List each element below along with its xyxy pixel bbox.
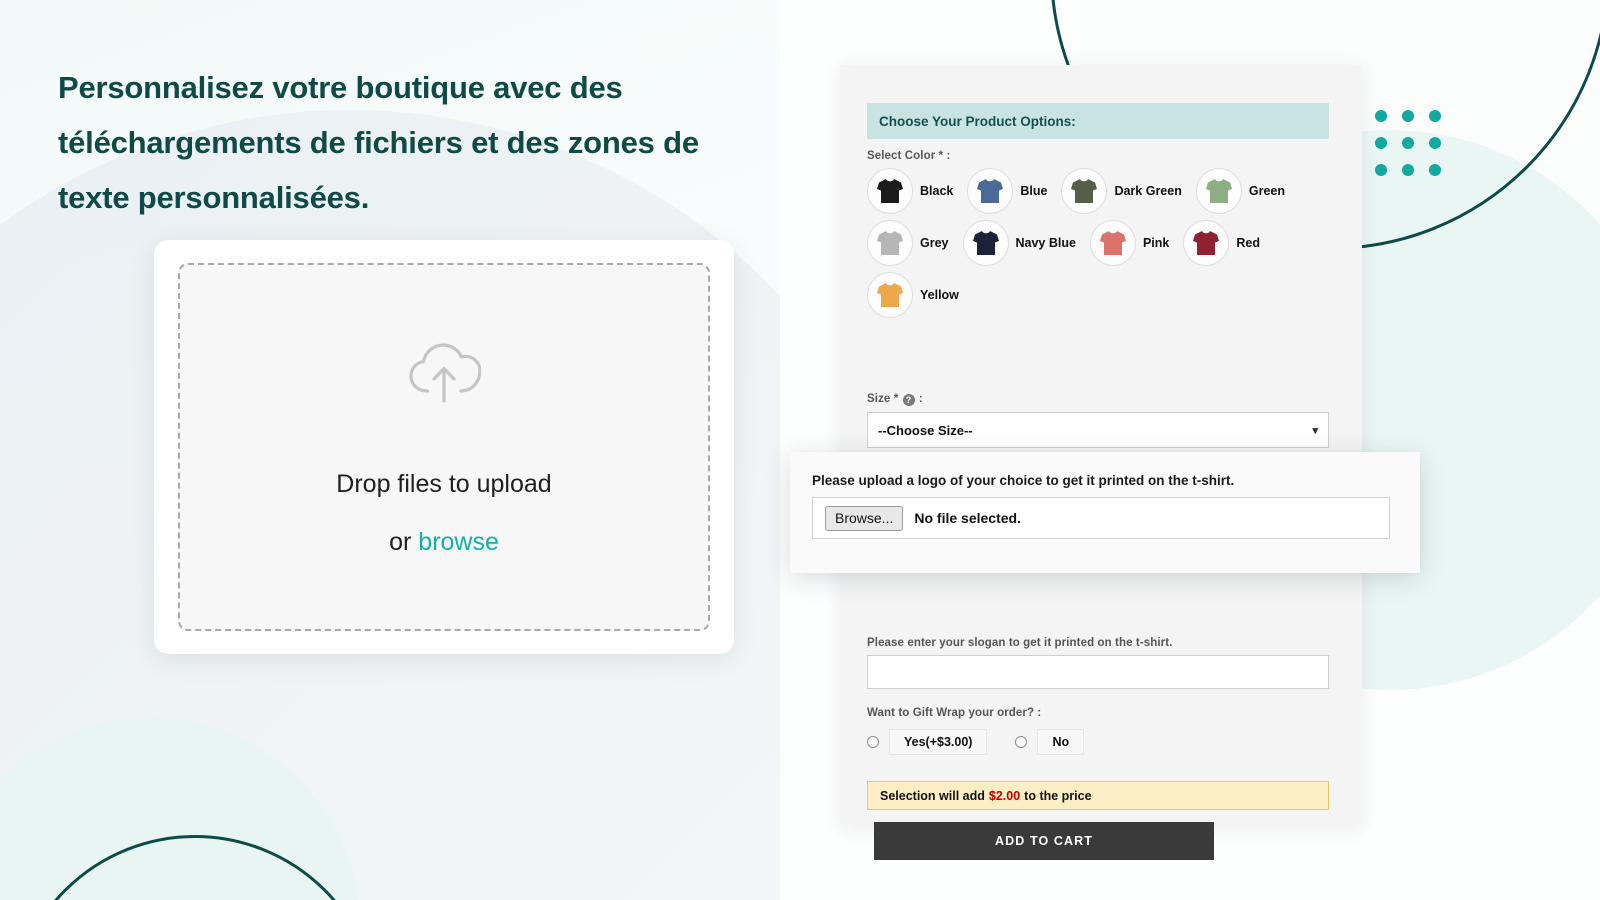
- file-dropzone[interactable]: Drop files to upload or browse: [178, 263, 710, 631]
- price-alert-prefix: Selection will add: [880, 788, 985, 803]
- decor-dot: [1429, 164, 1441, 176]
- color-option-label: Pink: [1142, 236, 1170, 250]
- size-label-suffix: :: [915, 393, 923, 405]
- color-option-label: Green: [1248, 184, 1285, 198]
- price-alert-amount: $2.00: [988, 788, 1021, 803]
- logo-upload-overlay: Please upload a logo of your choice to g…: [790, 452, 1420, 573]
- file-upload-card: Drop files to upload or browse: [154, 240, 734, 654]
- slogan-section: Please enter your slogan to get it print…: [867, 637, 1329, 689]
- color-option-label: Red: [1236, 236, 1260, 250]
- add-to-cart-button[interactable]: ADD TO CART: [874, 822, 1214, 860]
- decor-dot-grid-icon: [1375, 110, 1441, 176]
- size-label-text: Size *: [867, 393, 902, 405]
- color-option-blue[interactable]: Blue: [967, 168, 1055, 214]
- color-option-yellow[interactable]: Yellow: [867, 272, 967, 318]
- color-option-label: Navy Blue: [1015, 236, 1076, 250]
- file-status-text: No file selected.: [914, 510, 1021, 526]
- color-section: Select Color * : Black Blue Dark Green G…: [867, 150, 1337, 324]
- price-alert-suffix: to the price: [1024, 788, 1092, 803]
- decor-dot: [1375, 110, 1387, 122]
- decor-dot: [1375, 137, 1387, 149]
- decor-dot: [1402, 137, 1414, 149]
- slogan-section-label: Please enter your slogan to get it print…: [867, 637, 1173, 649]
- decor-dot: [1402, 164, 1414, 176]
- tshirt-icon: [1183, 220, 1230, 266]
- size-select-value: --Choose Size--: [878, 422, 973, 438]
- size-section-label: Size * ? :: [867, 393, 1329, 406]
- question-mark-icon[interactable]: ?: [902, 394, 915, 406]
- cloud-upload-icon: [407, 339, 482, 410]
- color-option-label: Yellow: [920, 288, 959, 302]
- tshirt-icon: [867, 168, 913, 214]
- tshirt-icon: [1195, 168, 1242, 214]
- price-alert-banner: Selection will add $2.00 to the price: [867, 781, 1329, 810]
- size-section: Size * ? : --Choose Size-- ▾: [867, 393, 1329, 448]
- dropzone-title: Drop files to upload: [336, 470, 552, 498]
- tshirt-icon: [1061, 168, 1108, 214]
- tshirt-icon: [1089, 220, 1136, 266]
- giftwrap-option-yes[interactable]: Yes(+$3.00): [867, 729, 988, 755]
- tshirt-icon: [962, 220, 1009, 266]
- color-swatch-list: Black Blue Dark Green Green Grey Navy Bl…: [867, 168, 1337, 318]
- color-section-label: Select Color * :: [867, 150, 951, 162]
- giftwrap-no-label: No: [1037, 729, 1085, 755]
- dropzone-or-text: or: [389, 528, 419, 556]
- decor-dot: [1429, 137, 1441, 149]
- tshirt-icon: [867, 272, 913, 318]
- color-option-grey[interactable]: Grey: [867, 220, 957, 266]
- size-select[interactable]: --Choose Size-- ▾: [867, 412, 1329, 448]
- color-option-navy-blue[interactable]: Navy Blue: [962, 220, 1084, 266]
- color-option-black[interactable]: Black: [867, 168, 961, 214]
- color-option-pink[interactable]: Pink: [1089, 220, 1177, 266]
- giftwrap-section: Want to Gift Wrap your order? : Yes(+$3.…: [867, 707, 1329, 755]
- panel-header: Choose Your Product Options:: [867, 103, 1329, 139]
- radio-no[interactable]: [1015, 736, 1028, 748]
- giftwrap-radio-row: Yes(+$3.00) No: [867, 729, 1329, 755]
- decor-dot: [1375, 164, 1387, 176]
- tshirt-icon: [967, 168, 1014, 214]
- color-option-label: Dark Green: [1114, 184, 1182, 198]
- product-options-panel: Choose Your Product Options: Select Colo…: [840, 65, 1362, 860]
- color-option-dark-green[interactable]: Dark Green: [1061, 168, 1189, 214]
- color-swatch-row: Yellow: [867, 272, 1337, 318]
- color-option-label: Grey: [920, 236, 949, 250]
- color-swatch-row: Black Blue Dark Green Green: [867, 168, 1337, 214]
- slogan-input[interactable]: [867, 655, 1329, 689]
- chevron-down-icon: ▾: [1312, 424, 1318, 437]
- browse-link[interactable]: browse: [418, 528, 499, 556]
- decor-dot: [1429, 110, 1441, 122]
- giftwrap-option-no[interactable]: No: [1015, 729, 1085, 755]
- logo-upload-title: Please upload a logo of your choice to g…: [812, 473, 1235, 488]
- dropzone-subtitle: or browse: [389, 530, 499, 555]
- giftwrap-section-label: Want to Gift Wrap your order? :: [867, 707, 1042, 719]
- color-option-label: Blue: [1020, 184, 1048, 198]
- radio-yes[interactable]: [867, 736, 879, 748]
- decor-dot: [1402, 110, 1414, 122]
- tshirt-icon: [867, 220, 913, 266]
- color-swatch-row: Grey Navy Blue Pink Red: [867, 220, 1337, 266]
- browse-button[interactable]: Browse...: [825, 505, 904, 531]
- color-option-green[interactable]: Green: [1195, 168, 1293, 214]
- giftwrap-yes-label: Yes(+$3.00): [889, 729, 988, 755]
- page-headline: Personnalisez votre boutique avec des té…: [58, 70, 699, 216]
- color-option-label: Black: [920, 184, 954, 198]
- color-option-red[interactable]: Red: [1183, 220, 1268, 266]
- logo-file-input[interactable]: Browse... No file selected.: [812, 497, 1390, 539]
